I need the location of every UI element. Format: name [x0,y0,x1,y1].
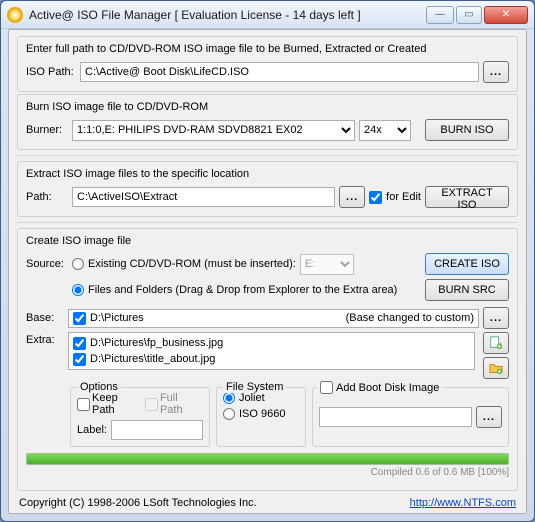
joliet-label: Joliet [239,392,265,404]
website-link[interactable]: http://www.NTFS.com [410,497,516,509]
extract-browse-button[interactable]: ... [339,186,365,208]
filesystem-subgroup: File System Joliet ISO 9660 [216,387,306,447]
keep-path-checkbox[interactable] [77,398,90,411]
fs-title: File System [223,381,286,393]
base-value: D:\Pictures [90,312,144,324]
app-window: Active@ ISO File Manager [ Evaluation Li… [0,0,535,522]
base-checkbox[interactable] [73,312,86,325]
minimize-button[interactable]: — [426,6,454,24]
for-edit-label: for Edit [386,191,421,203]
drive-select[interactable]: E: [300,254,354,275]
burn-iso-button[interactable]: BURN ISO [425,119,509,141]
burn-src-button[interactable]: BURN SRC [425,279,509,301]
extra-item-checkbox[interactable] [73,353,86,366]
extract-path-label: Path: [26,191,68,203]
source-label: Source: [26,258,68,270]
burn-speed-select[interactable]: 24x [359,120,411,141]
extract-iso-button[interactable]: EXTRACT ISO [425,186,509,208]
create-heading: Create ISO image file [26,235,509,247]
titlebar[interactable]: Active@ ISO File Manager [ Evaluation Li… [1,1,534,29]
source-files-label: Files and Folders (Drag & Drop from Expl… [88,284,397,296]
base-note: (Base changed to custom) [346,312,474,324]
progress-text: Compiled 0.6 of 0.6 MB [100%] [26,467,509,478]
client-area: Enter full path to CD/DVD-ROM ISO image … [8,29,527,514]
extract-group: Extract ISO image files to the specific … [17,161,518,217]
extra-item-checkbox[interactable] [73,337,86,350]
boot-checkbox[interactable] [320,381,333,394]
copyright: Copyright (C) 1998-2006 LSoft Technologi… [19,497,257,509]
keep-path-label: Keep Path [92,392,143,416]
iso-path-browse-button[interactable]: ... [483,61,509,83]
iso-path-group: Enter full path to CD/DVD-ROM ISO image … [17,36,518,92]
burner-label: Burner: [26,124,68,136]
maximize-button[interactable]: ▭ [456,6,482,24]
footer: Copyright (C) 1998-2006 LSoft Technologi… [17,493,518,509]
iso-path-input[interactable] [80,62,479,82]
label-label: Label: [77,424,107,436]
extract-path-input[interactable] [72,187,335,207]
create-iso-button[interactable]: CREATE ISO [425,253,509,275]
joliet-radio[interactable] [223,392,235,404]
base-label: Base: [26,312,64,324]
progress-bar [26,453,509,465]
app-icon [7,7,23,23]
divider [17,155,518,156]
boot-subgroup: Add Boot Disk Image ... [312,387,509,447]
iso-path-heading: Enter full path to CD/DVD-ROM ISO image … [26,43,509,55]
label-input[interactable] [111,420,203,440]
base-box: D:\Pictures (Base changed to custom) [68,309,479,328]
options-title: Options [77,381,121,393]
extra-label: Extra: [26,332,64,346]
extract-heading: Extract ISO image files to the specific … [26,168,509,180]
extra-item-path: D:\Pictures\title_about.jpg [90,353,215,365]
options-subgroup: Options Keep Path Full Path Label: [70,387,210,447]
extra-list[interactable]: D:\Pictures\fp_business.jpg D:\Pictures\… [68,332,475,370]
iso-path-label: ISO Path: [26,66,76,78]
list-item[interactable]: D:\Pictures\fp_business.jpg [73,335,470,351]
source-cd-radio[interactable] [72,258,84,270]
create-group: Create ISO image file Source: Existing C… [17,228,518,491]
close-button[interactable]: ✕ [484,6,528,24]
iso9660-label: ISO 9660 [239,408,285,420]
source-files-radio[interactable] [72,284,84,296]
burner-select[interactable]: 1:1:0,E: PHILIPS DVD-RAM SDVD8821 EX02 [72,120,355,141]
boot-browse-button[interactable]: ... [476,406,502,428]
full-path-label: Full Path [160,392,203,416]
for-edit-checkbox[interactable] [369,191,382,204]
add-file-button[interactable] [483,332,509,354]
source-cd-label: Existing CD/DVD-ROM (must be inserted): [88,258,296,270]
add-folder-button[interactable] [483,357,509,379]
iso9660-radio[interactable] [223,408,235,420]
base-browse-button[interactable]: ... [483,307,509,329]
boot-title: Add Boot Disk Image [336,382,439,394]
full-path-checkbox[interactable] [145,398,158,411]
divider [17,222,518,223]
extra-item-path: D:\Pictures\fp_business.jpg [90,337,223,349]
burn-heading: Burn ISO image file to CD/DVD-ROM [26,101,509,113]
boot-path-input[interactable] [319,407,472,427]
window-title: Active@ ISO File Manager [ Evaluation Li… [29,8,426,22]
list-item[interactable]: D:\Pictures\title_about.jpg [73,351,470,367]
burn-group: Burn ISO image file to CD/DVD-ROM Burner… [17,94,518,150]
